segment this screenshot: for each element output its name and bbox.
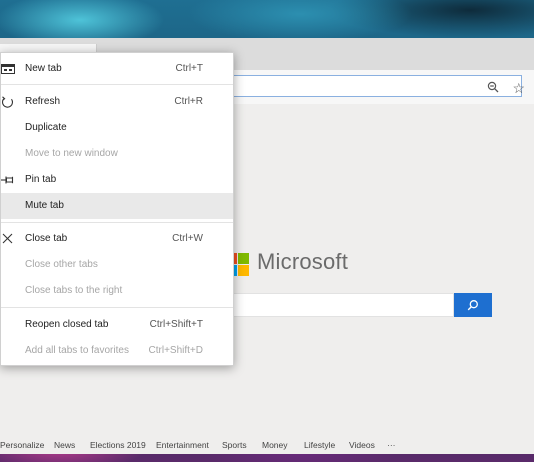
menu-item-move-to-new-window: Move to new window xyxy=(25,148,118,159)
news-link-personalize[interactable]: Personalize xyxy=(0,440,44,450)
news-navigation: Personalize News Elections 2019 Entertai… xyxy=(0,436,534,454)
menu-item-close-other-tabs: Close other tabs xyxy=(25,259,98,270)
zoom-out-icon[interactable] xyxy=(487,81,499,93)
new-tab-icon xyxy=(1,64,15,74)
news-link-news[interactable]: News xyxy=(54,440,75,450)
menu-item-reopen-closed-tab[interactable]: Reopen closed tab Ctrl+Shift+T xyxy=(1,312,233,338)
news-link-money[interactable]: Money xyxy=(262,440,288,450)
menu-item-new-tab[interactable]: New tab Ctrl+T xyxy=(1,56,233,82)
menu-item-close-tabs-right: Close tabs to the right xyxy=(25,285,123,296)
close-icon xyxy=(2,233,13,244)
refresh-icon xyxy=(1,96,14,108)
news-more-icon[interactable]: ··· xyxy=(387,440,396,450)
pin-icon xyxy=(1,176,14,184)
news-link-lifestyle[interactable]: Lifestyle xyxy=(304,440,335,450)
search-button[interactable] xyxy=(454,293,492,317)
menu-item-mute-tab[interactable]: Mute tab xyxy=(1,193,233,219)
tab-context-menu: New tab Ctrl+T Refresh Ctrl+R Duplicate … xyxy=(0,52,234,366)
menu-divider xyxy=(1,222,233,223)
microsoft-wordmark: Microsoft xyxy=(257,249,349,274)
news-link-elections[interactable]: Elections 2019 xyxy=(90,440,146,450)
menu-item-refresh[interactable]: Refresh Ctrl+R xyxy=(1,89,233,115)
news-link-videos[interactable]: Videos xyxy=(349,440,375,450)
search-input[interactable] xyxy=(230,293,454,317)
news-link-entertainment[interactable]: Entertainment xyxy=(156,440,209,450)
news-link-sports[interactable]: Sports xyxy=(222,440,247,450)
menu-item-add-all-to-favorites: Add all tabs to favorites Ctrl+Shift+D xyxy=(25,345,203,356)
search-icon xyxy=(467,300,478,311)
star-icon[interactable]: ☆ xyxy=(512,80,525,97)
menu-item-duplicate[interactable]: Duplicate xyxy=(1,115,233,141)
menu-item-close-tab[interactable]: Close tab Ctrl+W xyxy=(1,226,233,252)
menu-divider xyxy=(1,307,233,308)
menu-item-pin-tab[interactable]: Pin tab xyxy=(1,167,233,193)
menu-divider xyxy=(1,84,233,85)
